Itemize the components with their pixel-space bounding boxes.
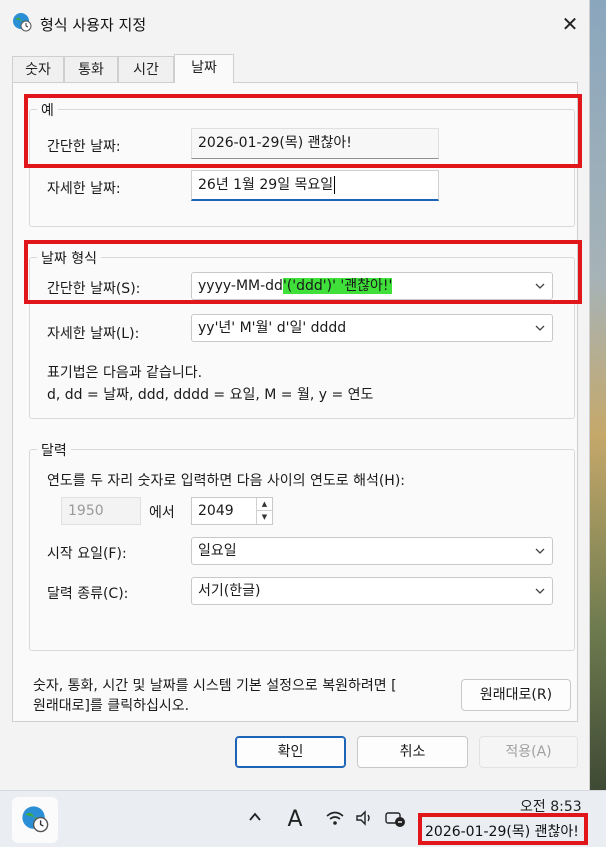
tab-number[interactable]: 숫자 (12, 56, 64, 83)
taskbar-app-region-settings[interactable] (12, 797, 58, 843)
reset-text-line-1: 숫자, 통화, 시간 및 날짜를 시스템 기본 설정으로 복원하려면 [ (33, 678, 397, 694)
volume-icon[interactable] (354, 809, 376, 831)
apply-button: 적용(A) (479, 736, 578, 768)
notation-line-2: d, dd = 날짜, ddd, dddd = 요일, M = 월, y = 연… (47, 387, 374, 403)
chevron-up-icon[interactable] (244, 809, 266, 831)
chevron-down-icon (535, 325, 545, 331)
tab-date[interactable]: 날짜 (174, 54, 234, 83)
example-highlight-box (24, 94, 582, 168)
cancel-button[interactable]: 취소 (357, 736, 468, 768)
reset-text-line-2: 원래대로]를 클릭하십시오. (33, 698, 190, 714)
reset-button[interactable]: 원래대로(R) (461, 679, 571, 711)
close-button[interactable]: ✕ (556, 10, 584, 38)
example-long-value: 26년 1월 29일 목요일 (198, 177, 334, 193)
window-title: 형식 사용자 지정 (40, 16, 147, 34)
notation-line-1: 표기법은 다음과 같습니다. (47, 365, 203, 381)
long-date-label: 자세한 날짜(L): (47, 326, 140, 342)
two-digit-year-label: 연도를 두 자리 숫자로 입력하면 다음 사이의 연도로 해석(H): (47, 473, 406, 489)
customize-format-dialog: 형식 사용자 지정 ✕ 숫자 통화 시간 날짜 예 간단한 날짜: 2026-0… (0, 0, 590, 790)
first-day-value: 일요일 (198, 543, 237, 559)
calendar-legend: 달력 (37, 440, 71, 460)
calendar-type-combo[interactable]: 서기(한글) (191, 577, 553, 605)
globe-clock-icon (13, 13, 32, 32)
year-to-spinner[interactable]: 2049 ▲ ▼ (191, 497, 273, 525)
calendar-type-label: 달력 종류(C): (47, 586, 129, 602)
example-long-label: 자세한 날짜: (47, 181, 121, 197)
year-from-field: 1950 (61, 497, 141, 525)
chevron-down-icon (535, 548, 545, 554)
desktop-background (590, 0, 606, 790)
tab-time[interactable]: 시간 (118, 56, 174, 83)
format-highlight-box (24, 240, 582, 304)
text-caret (334, 176, 336, 194)
taskbar-date-highlight-box (418, 813, 588, 845)
spinner-down-icon[interactable]: ▼ (257, 511, 272, 524)
notification-icon[interactable] (384, 809, 406, 831)
title-bar: 형식 사용자 지정 ✕ (0, 0, 590, 48)
ime-icon[interactable]: A (284, 809, 306, 831)
example-long-field[interactable]: 26년 1월 29일 목요일 (191, 170, 439, 201)
spinner-arrows: ▲ ▼ (256, 498, 272, 524)
from-suffix-label: 에서 (149, 505, 175, 521)
tab-currency[interactable]: 통화 (64, 56, 118, 83)
first-day-combo[interactable]: 일요일 (191, 537, 553, 565)
ok-button[interactable]: 확인 (235, 736, 346, 768)
chevron-down-icon (535, 588, 545, 594)
long-date-format-value: yy'년' M'월' d'일' dddd (198, 320, 347, 336)
first-day-label: 시작 요일(F): (47, 546, 127, 562)
long-date-format-combo[interactable]: yy'년' M'월' d'일' dddd (191, 314, 553, 342)
wifi-icon[interactable] (324, 809, 346, 831)
year-to-value: 2049 (198, 503, 234, 519)
spinner-up-icon[interactable]: ▲ (257, 498, 272, 511)
globe-clock-icon (22, 806, 49, 833)
calendar-type-value: 서기(한글) (198, 583, 261, 599)
date-tab-panel: 예 간단한 날짜: 2026-01-29(목) 괜찮아! 자세한 날짜: 26년… (12, 82, 578, 722)
